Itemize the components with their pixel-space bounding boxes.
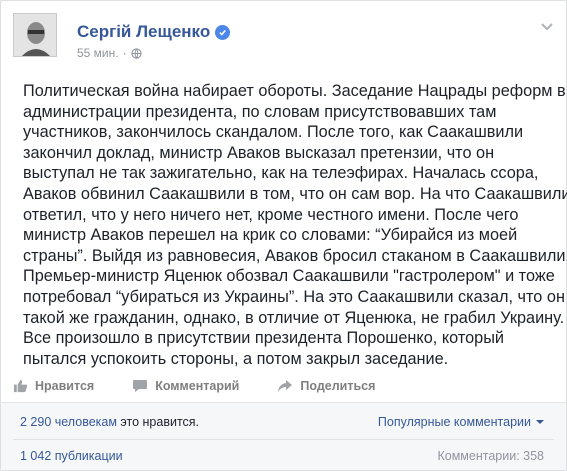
like-icon: [13, 379, 28, 393]
post-text: Политическая война набирает обороты. Зас…: [23, 81, 567, 369]
post-text-line: Все произошло в присутствии президента П…: [23, 329, 505, 348]
comment-label: Комментарий: [155, 379, 240, 393]
verified-badge-icon: [215, 24, 231, 40]
post-text-line: Аваков обвинил Саакашвили в том, что он …: [23, 184, 567, 203]
meta-separator: ·: [122, 46, 127, 60]
post-text-line: Премьер-министр Яценюк обозвал Саакашвил…: [23, 267, 555, 286]
post-text-line: администрации президента, по словам прис…: [23, 102, 497, 121]
post-text-line: закончил доклад, министр Аваков высказал…: [23, 143, 495, 162]
post-text-line: участников, закончилось скандалом. После…: [23, 123, 524, 142]
author-line: Сергій Лещенко: [77, 22, 231, 42]
share-button[interactable]: Поделиться: [277, 379, 375, 393]
share-label: Поделиться: [300, 379, 376, 393]
shares-row: 1 042 публикации Комментарии: 358: [20, 448, 544, 464]
likes-count-link[interactable]: 2 290 человекам: [20, 415, 117, 429]
likes-summary: 2 290 человекам это нравится.: [20, 415, 199, 429]
caret-down-icon: [536, 420, 544, 424]
timestamp[interactable]: 55 мин.: [77, 46, 119, 60]
comment-sort-label: Популярные комментарии: [377, 415, 531, 429]
post-card: Сергій Лещенко 55 мин. · Политическая во…: [0, 0, 567, 471]
post-text-line: страны”. Выйдя из равновесия, Аваков бро…: [23, 246, 567, 265]
post-text-line: такой же гражданин, однако, в отличие от…: [23, 308, 565, 327]
like-label: Нравится: [35, 379, 95, 393]
post-text-line: Политическая война набирает обороты. Зас…: [23, 82, 566, 100]
avatar[interactable]: [13, 13, 57, 57]
like-button[interactable]: Нравится: [13, 379, 94, 393]
post-text-line: министр Аваков перешел на крик со словам…: [23, 226, 518, 245]
shares-link[interactable]: 1 042 публикации: [20, 449, 123, 463]
chevron-down-icon[interactable]: [540, 19, 554, 31]
action-bar: Нравится Комментарий Поделиться: [13, 371, 554, 401]
comments-count: Комментарии: 358: [437, 449, 544, 463]
author-name[interactable]: Сергій Лещенко: [77, 22, 210, 42]
share-icon: [278, 380, 293, 392]
likes-suffix: это нравится.: [116, 415, 200, 429]
post-text-line: пытался успокоить стороны, а потом закры…: [23, 349, 449, 368]
globe-icon[interactable]: [130, 47, 142, 59]
post-header: Сергій Лещенко 55 мин. ·: [13, 13, 554, 61]
post-text-line: потребовал “убираться из Украины”. На эт…: [23, 287, 565, 306]
comment-button[interactable]: Комментарий: [132, 379, 239, 393]
post-meta: 55 мин. ·: [77, 46, 142, 60]
divider: [13, 439, 554, 440]
comment-sort-dropdown[interactable]: Популярные комментарии: [378, 415, 544, 429]
comment-icon: [133, 380, 148, 392]
likes-row: 2 290 человекам это нравится. Популярные…: [20, 414, 544, 430]
post-text-line: ответил, что у него ничего нет, кроме че…: [23, 205, 519, 224]
post-text-line: выступал не так зажигательно, как на тел…: [23, 164, 539, 183]
